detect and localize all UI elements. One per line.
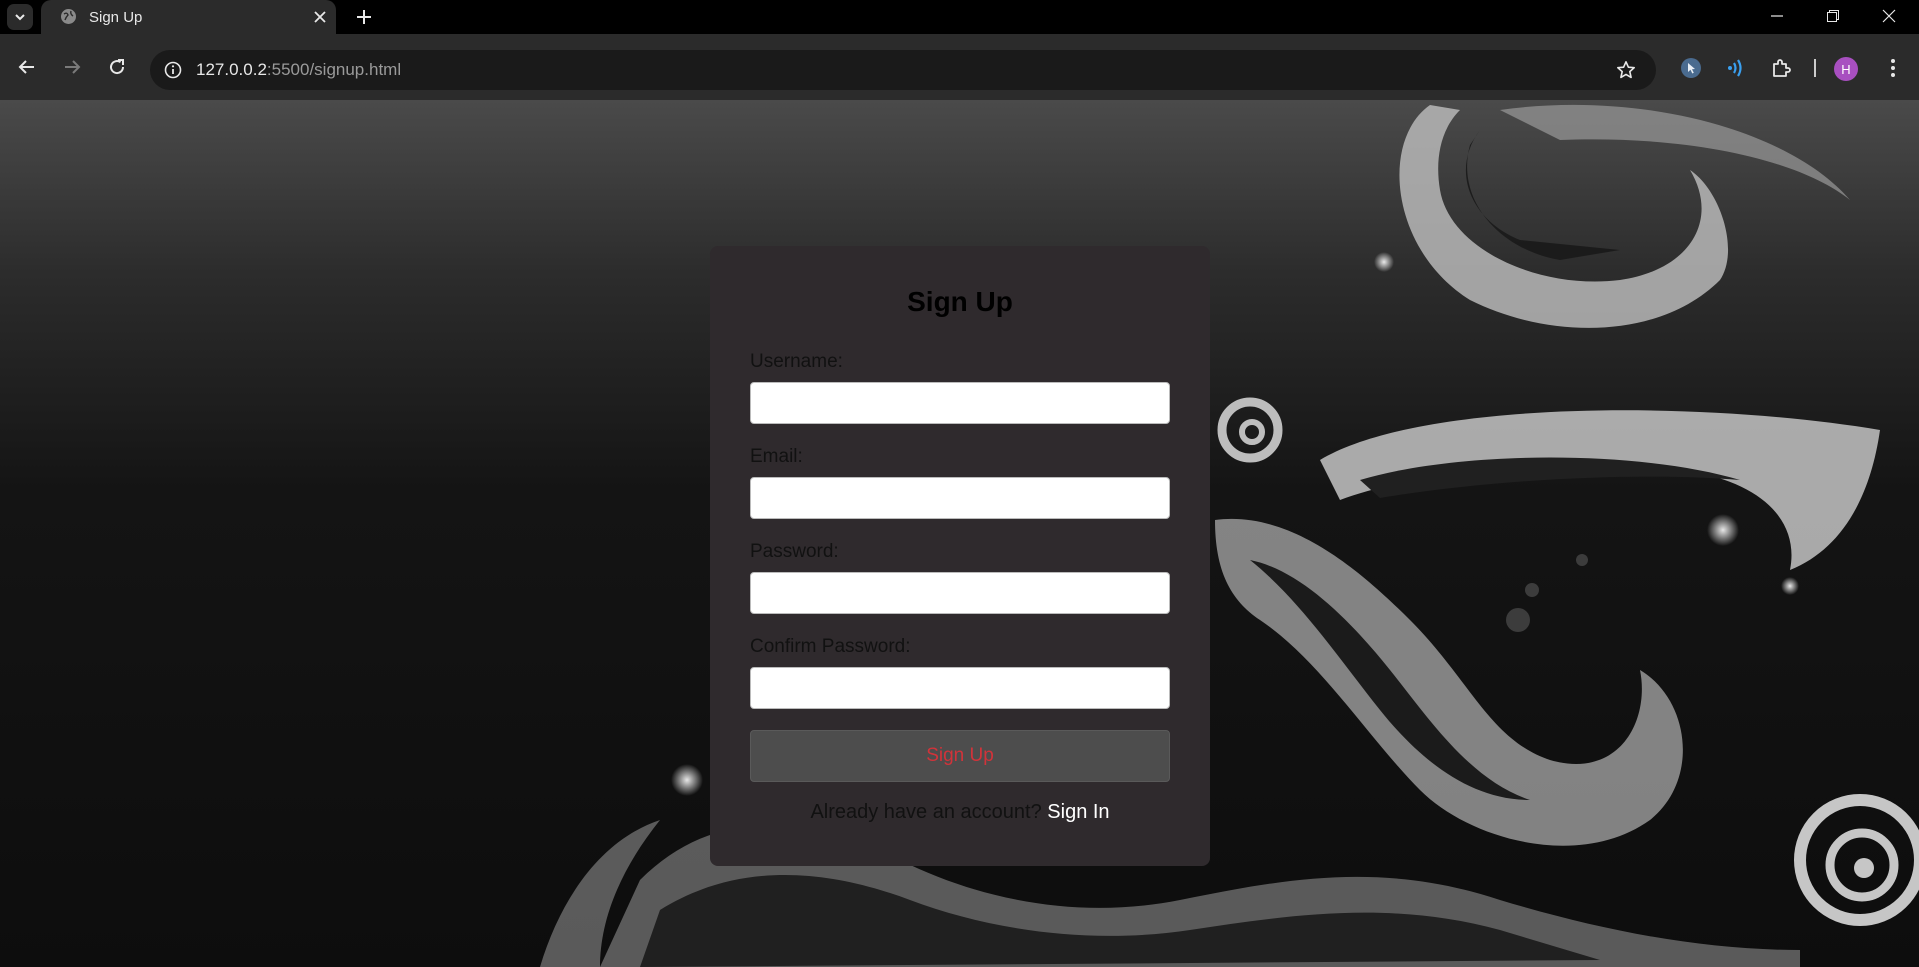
url-host: 127.0.0.2 [196,60,267,79]
password-input[interactable] [750,572,1170,614]
minimize-button[interactable] [1754,0,1800,32]
chevron-down-icon [15,14,25,21]
password-label: Password: [750,541,839,562]
minimize-icon [1771,15,1783,17]
new-tab-button[interactable] [352,5,376,29]
url-path: :5500/signup.html [266,60,402,79]
url-text: 127.0.0.2:5500/signup.html [196,60,401,80]
star-icon [1617,61,1635,79]
back-button[interactable] [11,51,43,83]
cursor-extension-icon [1681,58,1701,78]
active-tab[interactable]: Sign Up [41,0,336,34]
reload-icon [110,59,125,75]
arrow-right-icon [65,60,81,74]
globe-icon [61,9,76,24]
tab-search-button[interactable] [7,4,33,30]
forward-button[interactable] [56,51,88,83]
profile-avatar[interactable]: H [1834,57,1858,81]
site-info-button[interactable] [159,56,187,84]
tab-title: Sign Up [89,9,143,26]
restore-button[interactable] [1810,0,1856,32]
sign-in-link[interactable]: Sign In [1047,801,1109,823]
toolbar-divider [1814,59,1816,77]
address-bar[interactable]: 127.0.0.2:5500/signup.html [150,50,1656,90]
browser-toolbar: 127.0.0.2:5500/signup.html H [0,34,1919,100]
kebab-menu-icon [1891,59,1895,77]
form-title: Sign Up [907,286,1013,317]
close-window-button[interactable] [1866,0,1912,32]
info-icon [164,61,182,79]
tab-close-button[interactable] [311,8,329,26]
page-viewport: Sign Up Username: Email: Password: Confi… [0,100,1919,967]
arrow-left-icon [18,60,34,74]
extension-audio-button[interactable] [1722,54,1750,82]
username-label: Username: [750,351,843,372]
email-input[interactable] [750,477,1170,519]
tab-strip: Sign Up [0,0,1919,34]
sign-up-button[interactable]: Sign Up [750,730,1170,782]
email-label: Email: [750,446,803,467]
username-input[interactable] [750,382,1170,424]
signin-prompt: Already have an account? Sign In [710,801,1210,824]
browser-menu-button[interactable] [1879,54,1907,82]
restore-icon [1827,10,1839,22]
close-icon [1882,9,1896,23]
plus-icon [357,10,371,24]
close-icon [314,11,326,23]
extensions-button[interactable] [1767,54,1795,82]
puzzle-icon [1773,59,1791,77]
reload-button[interactable] [101,51,133,83]
bookmark-button[interactable] [1614,58,1638,82]
confirm-password-input[interactable] [750,667,1170,709]
signup-card: Sign Up Username: Email: Password: Confi… [710,246,1210,866]
confirm-password-label: Confirm Password: [750,636,911,657]
extension-cursor-button[interactable] [1677,54,1705,82]
sound-waves-icon [1728,59,1742,77]
signin-prompt-text: Already have an account? [810,801,1042,823]
